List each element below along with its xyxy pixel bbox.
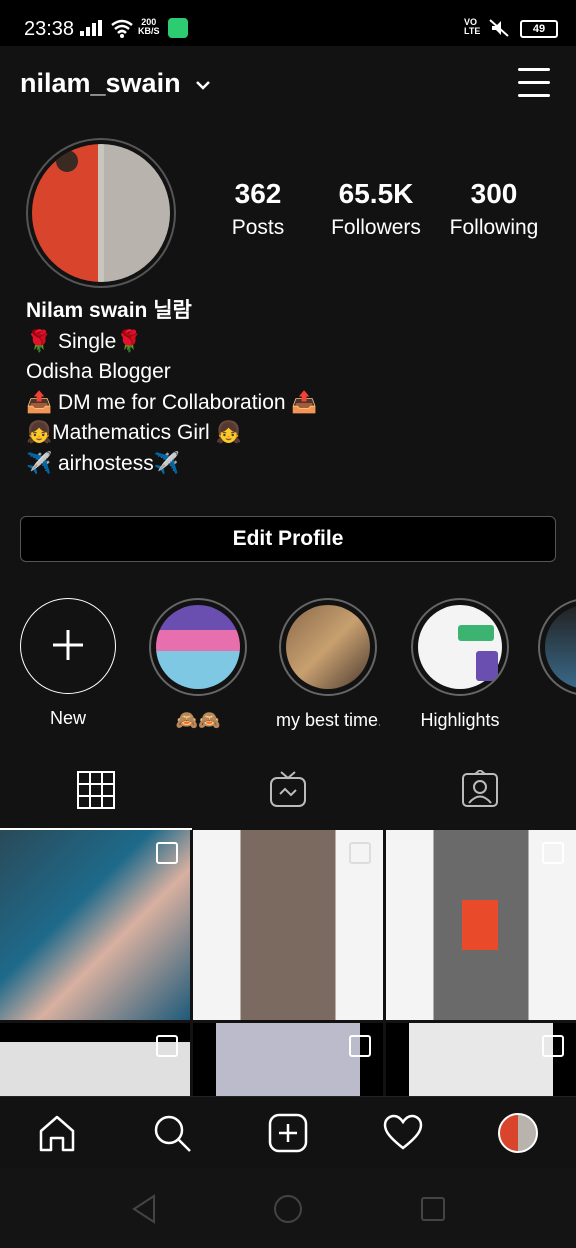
display-name: Nilam swain 닐람	[26, 299, 192, 322]
followers-stat[interactable]: 65.5K Followers	[322, 178, 430, 240]
highlight-label: 🙈🙈	[175, 710, 221, 730]
carousel-icon	[542, 1035, 564, 1057]
highlight-item-partial[interactable]	[538, 598, 576, 710]
bio-line: 👧Mathematics Girl 👧	[26, 421, 242, 444]
signal-icon	[80, 20, 102, 36]
bio-line: ✈️ airhostess✈️	[26, 451, 180, 475]
search-icon	[154, 1115, 191, 1152]
home-icon	[39, 1115, 75, 1152]
posts-stat[interactable]: 362 Posts	[218, 178, 298, 240]
hamburger-menu-icon[interactable]	[518, 68, 550, 98]
following-label: Following	[449, 216, 539, 239]
profile-avatar[interactable]	[32, 144, 170, 282]
carousel-icon	[349, 1035, 371, 1057]
mute-icon	[489, 19, 509, 37]
following-count: 300	[470, 178, 518, 209]
status-bar: 23:38 200 KB/S VO LTE 49	[0, 0, 576, 46]
carousel-icon	[542, 842, 564, 864]
heart-icon	[383, 1114, 423, 1150]
home-circle-icon[interactable]	[273, 1194, 303, 1224]
bio-line: Odisha Blogger	[26, 360, 171, 383]
tab-grid[interactable]	[0, 756, 192, 830]
post-thumbnail[interactable]	[0, 830, 190, 1020]
followers-label: Followers	[331, 216, 421, 239]
profile-avatar-icon	[498, 1113, 538, 1153]
add-post-icon	[268, 1113, 308, 1153]
network-speed: 200 KB/S	[138, 17, 160, 36]
highlight-item[interactable]: 🙈🙈	[146, 598, 250, 731]
tagged-person-icon	[462, 770, 498, 807]
system-navigation-bar	[0, 1168, 576, 1248]
posts-label: Posts	[231, 216, 285, 239]
bio: Nilam swain 닐람 🌹 Single🌹 Odisha Blogger …	[26, 296, 318, 479]
highlight-label: my best time...	[276, 710, 380, 730]
post-thumbnail[interactable]	[193, 830, 383, 1020]
highlight-item[interactable]: Highlights	[408, 598, 512, 731]
volte-indicator: VO LTE	[464, 17, 481, 36]
highlight-new[interactable]: New	[16, 598, 120, 729]
tab-igtv[interactable]	[192, 756, 384, 828]
nav-create[interactable]	[268, 1113, 308, 1153]
bio-line: 📤 DM me for Collaboration 📤	[26, 390, 318, 414]
highlight-label: New	[49, 708, 86, 728]
video-icon	[349, 842, 371, 864]
nav-profile[interactable]	[498, 1113, 538, 1153]
profile-tabs	[0, 756, 576, 830]
posts-count: 362	[234, 178, 282, 209]
highlight-item[interactable]: my best time...	[276, 598, 380, 731]
nav-activity[interactable]	[383, 1113, 423, 1153]
bio-line: 🌹 Single🌹	[26, 329, 143, 353]
nav-search[interactable]	[152, 1113, 192, 1153]
status-time: 23:38	[24, 18, 75, 40]
carousel-icon	[156, 842, 178, 864]
post-thumbnail[interactable]	[386, 830, 576, 1020]
battery-indicator: 49	[520, 20, 558, 38]
igtv-icon	[270, 771, 306, 807]
edit-profile-button[interactable]: Edit Profile	[20, 516, 556, 562]
chevron-down-icon	[196, 80, 210, 90]
highlight-label: Highlights	[420, 710, 500, 730]
username-switcher[interactable]: nilam_swain	[20, 68, 210, 99]
username: nilam_swain	[20, 68, 181, 98]
carousel-icon	[156, 1035, 178, 1057]
nav-home[interactable]	[37, 1113, 77, 1153]
app-notification-icon	[168, 18, 188, 38]
profile-screen: nilam_swain 362 Posts 65.5K Followers 30…	[0, 46, 576, 1213]
back-icon[interactable]	[130, 1194, 160, 1224]
recents-icon[interactable]	[418, 1194, 448, 1224]
plus-icon	[53, 630, 83, 660]
grid-icon	[77, 771, 115, 809]
bottom-navigation	[0, 1096, 576, 1169]
wifi-icon	[111, 19, 133, 38]
following-stat[interactable]: 300 Following	[442, 178, 546, 240]
tab-tagged[interactable]	[384, 756, 576, 828]
followers-count: 65.5K	[338, 178, 414, 209]
